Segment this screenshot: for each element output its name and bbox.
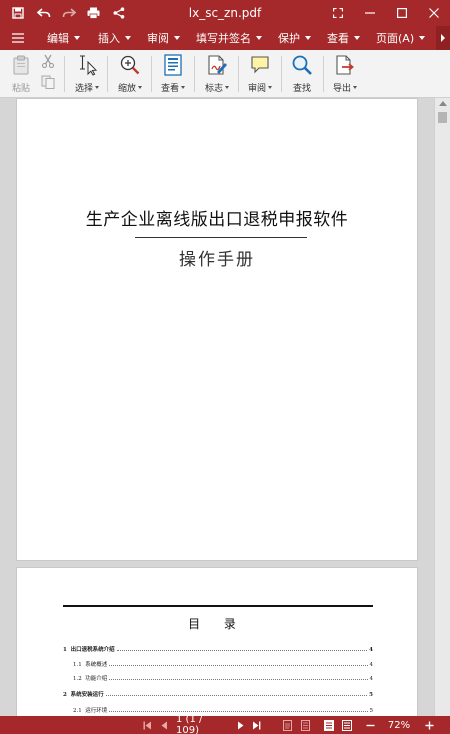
page-indicator[interactable]: 1 (1 / 109) [176,714,224,734]
toc-entry[interactable]: 2.1 运行环境 5 [73,704,373,714]
minimize-icon[interactable] [354,0,386,26]
pdf-page-2: 目 录 1 出口退税系统介绍 4 1.1 系统概述 4 1.2 功能介绍 4 2 系统… [16,567,418,716]
menu-view[interactable]: 查看 [320,26,367,50]
chevron-down-icon [95,86,99,89]
fit-page-icon[interactable] [322,716,336,734]
toc-entry[interactable]: 1 出口退税系统介绍 4 [63,643,373,653]
chevron-down-icon [353,86,357,89]
chevron-down-icon [305,36,311,40]
comment-note-icon [250,50,270,80]
scissors-icon [41,50,55,72]
search-icon [291,50,313,80]
vertical-scrollbar[interactable] [434,98,450,716]
text-cursor-select-icon [76,50,98,80]
review-button[interactable]: 审阅 [245,50,275,98]
undo-icon[interactable] [31,0,56,26]
continuous-page-icon[interactable] [298,716,312,734]
maximize-icon[interactable] [386,0,418,26]
clipboard-icon [13,50,29,80]
fullscreen-icon[interactable] [322,0,354,26]
toolbar-divider [323,56,324,92]
chevron-down-icon [74,36,80,40]
select-button[interactable]: 选择 [72,50,102,98]
toolbar-divider [64,56,65,92]
chevron-down-icon [181,86,185,89]
toc-title: 目 录 [188,617,246,631]
chevron-down-icon [125,36,131,40]
next-page-icon[interactable] [234,716,246,734]
toolbar-divider [107,56,108,92]
toc-divider [63,605,373,607]
toolbar-divider [238,56,239,92]
save-icon[interactable] [5,0,30,26]
paste-button[interactable]: 粘贴 [8,50,34,98]
toc-entry[interactable]: 1.1 系统概述 4 [73,658,373,668]
print-icon[interactable] [81,0,106,26]
document-view-icon [164,50,182,80]
previous-page-icon[interactable] [157,716,171,734]
share-icon[interactable] [106,0,131,26]
menu-more-button[interactable] [436,26,450,50]
toc-entry[interactable]: 1.2 功能介绍 4 [73,672,373,682]
document-subtitle: 操作手册 [179,250,255,270]
document-viewport[interactable]: 生产企业离线版出口退税申报软件 操作手册 目 录 1 出口退税系统介绍 4 1.1… [0,98,450,716]
redo-icon[interactable] [56,0,81,26]
zoom-in-plus-icon[interactable] [422,716,436,734]
chevron-down-icon [138,86,142,89]
ribbon-toolbar: 粘贴 选择 缩放 查看 标志 审阅 查找 导出 [0,50,450,98]
chevron-down-icon [268,86,272,89]
menu-page[interactable]: 页面(A) [369,26,432,50]
copy-icon[interactable] [41,72,55,92]
view-button[interactable]: 查看 [158,50,188,98]
hamburger-menu-icon[interactable] [0,26,36,50]
menu-edit[interactable]: 编辑 [40,26,87,50]
last-page-icon[interactable] [249,716,263,734]
zoom-level[interactable]: 72% [384,716,414,734]
menu-insert[interactable]: 插入 [91,26,138,50]
zoom-in-icon [119,50,141,80]
close-icon[interactable] [418,0,450,26]
export-icon [334,50,356,80]
chevron-down-icon [174,36,180,40]
status-bar: 1 (1 / 109) 72% [0,714,450,734]
toolbar-divider [281,56,282,92]
chevron-down-icon [225,86,229,89]
title-bar: lx_sc_zn.pdf [0,0,450,26]
zoom-out-icon[interactable] [364,716,376,734]
menu-fill-sign[interactable]: 填写并签名 [189,26,269,50]
menu-review[interactable]: 审阅 [140,26,187,50]
chevron-right-icon [441,34,445,42]
zoom-button[interactable]: 缩放 [115,50,145,98]
document-title: 生产企业离线版出口退税申报软件 [85,210,349,230]
scroll-up-icon[interactable] [439,101,447,106]
chevron-down-icon [256,36,262,40]
first-page-icon[interactable] [140,716,154,734]
cut-button[interactable] [38,50,58,98]
chevron-down-icon [354,36,360,40]
toolbar-divider [151,56,152,92]
single-page-icon[interactable] [280,716,294,734]
fit-width-icon[interactable] [340,716,354,734]
chevron-down-icon [419,36,426,40]
export-button[interactable]: 导出 [330,50,360,98]
mark-button[interactable]: 标志 [202,50,232,98]
title-divider [135,237,307,238]
toc-entry[interactable]: 2 系统安装运行 5 [63,688,373,698]
pdf-page-1: 生产企业离线版出口退税申报软件 操作手册 [16,98,418,561]
annotate-pen-icon [206,50,228,80]
menu-protect[interactable]: 保护 [271,26,318,50]
scrollbar-thumb[interactable] [438,112,447,123]
toolbar-divider [194,56,195,92]
menu-bar: 编辑 插入 审阅 填写并签名 保护 查看 页面(A) [0,26,450,50]
find-button[interactable]: 查找 [287,50,317,98]
